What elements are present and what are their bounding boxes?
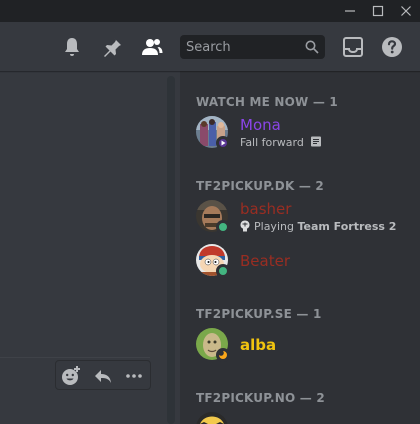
member-item-alba[interactable]: alba <box>196 328 406 368</box>
avatar <box>196 412 228 424</box>
member-activity: Fall forward <box>240 136 322 149</box>
member-section-title: WATCH ME NOW — 1 <box>196 95 338 109</box>
notification-settings-button[interactable] <box>60 35 84 59</box>
member-item-basher[interactable]: basher Playing Team Fortress 2 <box>196 200 406 240</box>
window-titlebar <box>0 0 420 22</box>
maximize-icon <box>372 5 384 17</box>
more-options-button[interactable] <box>122 364 146 388</box>
activity-text: Fall forward <box>240 136 304 149</box>
search-icon <box>305 40 319 54</box>
inbox-button[interactable] <box>341 35 365 59</box>
activity-game: Team Fortress 2 <box>297 220 397 233</box>
help-button[interactable] <box>380 35 404 59</box>
message-actions <box>55 360 151 390</box>
member-item-partial[interactable] <box>196 412 406 424</box>
members-icon <box>142 39 163 55</box>
pinned-messages-button[interactable] <box>100 35 124 59</box>
reply-button[interactable] <box>91 364 115 388</box>
member-activity: Playing Team Fortress 2 <box>240 220 396 233</box>
member-section-title: TF2PICKUP.NO — 2 <box>196 391 325 405</box>
streaming-status-icon <box>216 136 230 150</box>
member-name: basher <box>240 200 292 218</box>
member-list: WATCH ME NOW — 1 Mona Fall forward TF2PI… <box>180 71 420 424</box>
inbox-icon <box>343 37 363 57</box>
minimize-icon <box>345 10 355 12</box>
channel-header <box>0 22 420 71</box>
idle-status-icon <box>216 348 230 362</box>
reply-icon <box>95 370 111 383</box>
member-name: alba <box>240 336 277 354</box>
member-list-toggle[interactable] <box>140 35 164 59</box>
help-icon <box>382 37 402 57</box>
message-divider <box>0 357 150 358</box>
pin-icon <box>104 38 121 57</box>
chat-scrollbar[interactable] <box>167 76 175 424</box>
member-name: Beater <box>240 252 290 270</box>
add-reaction-button[interactable] <box>59 364 83 388</box>
maximize-button[interactable] <box>364 0 392 22</box>
member-item-mona[interactable]: Mona Fall forward <box>196 116 406 156</box>
close-button[interactable] <box>392 0 420 22</box>
activity-prefix: Playing <box>254 220 294 233</box>
bell-icon <box>65 38 79 56</box>
online-status-icon <box>216 220 230 234</box>
add-reaction-icon <box>62 366 80 385</box>
member-section-title: TF2PICKUP.DK — 2 <box>196 179 324 193</box>
member-item-beater[interactable]: Beater <box>196 244 406 284</box>
ellipsis-icon <box>126 374 142 378</box>
close-icon <box>401 6 411 16</box>
minimize-button[interactable] <box>336 0 364 22</box>
online-status-icon <box>216 264 230 278</box>
rich-presence-icon <box>311 136 322 147</box>
member-name: Mona <box>240 116 281 134</box>
member-section-title: TF2PICKUP.SE — 1 <box>196 307 322 321</box>
search-box[interactable] <box>180 35 325 59</box>
search-input[interactable] <box>180 35 300 59</box>
game-icon <box>240 220 250 232</box>
